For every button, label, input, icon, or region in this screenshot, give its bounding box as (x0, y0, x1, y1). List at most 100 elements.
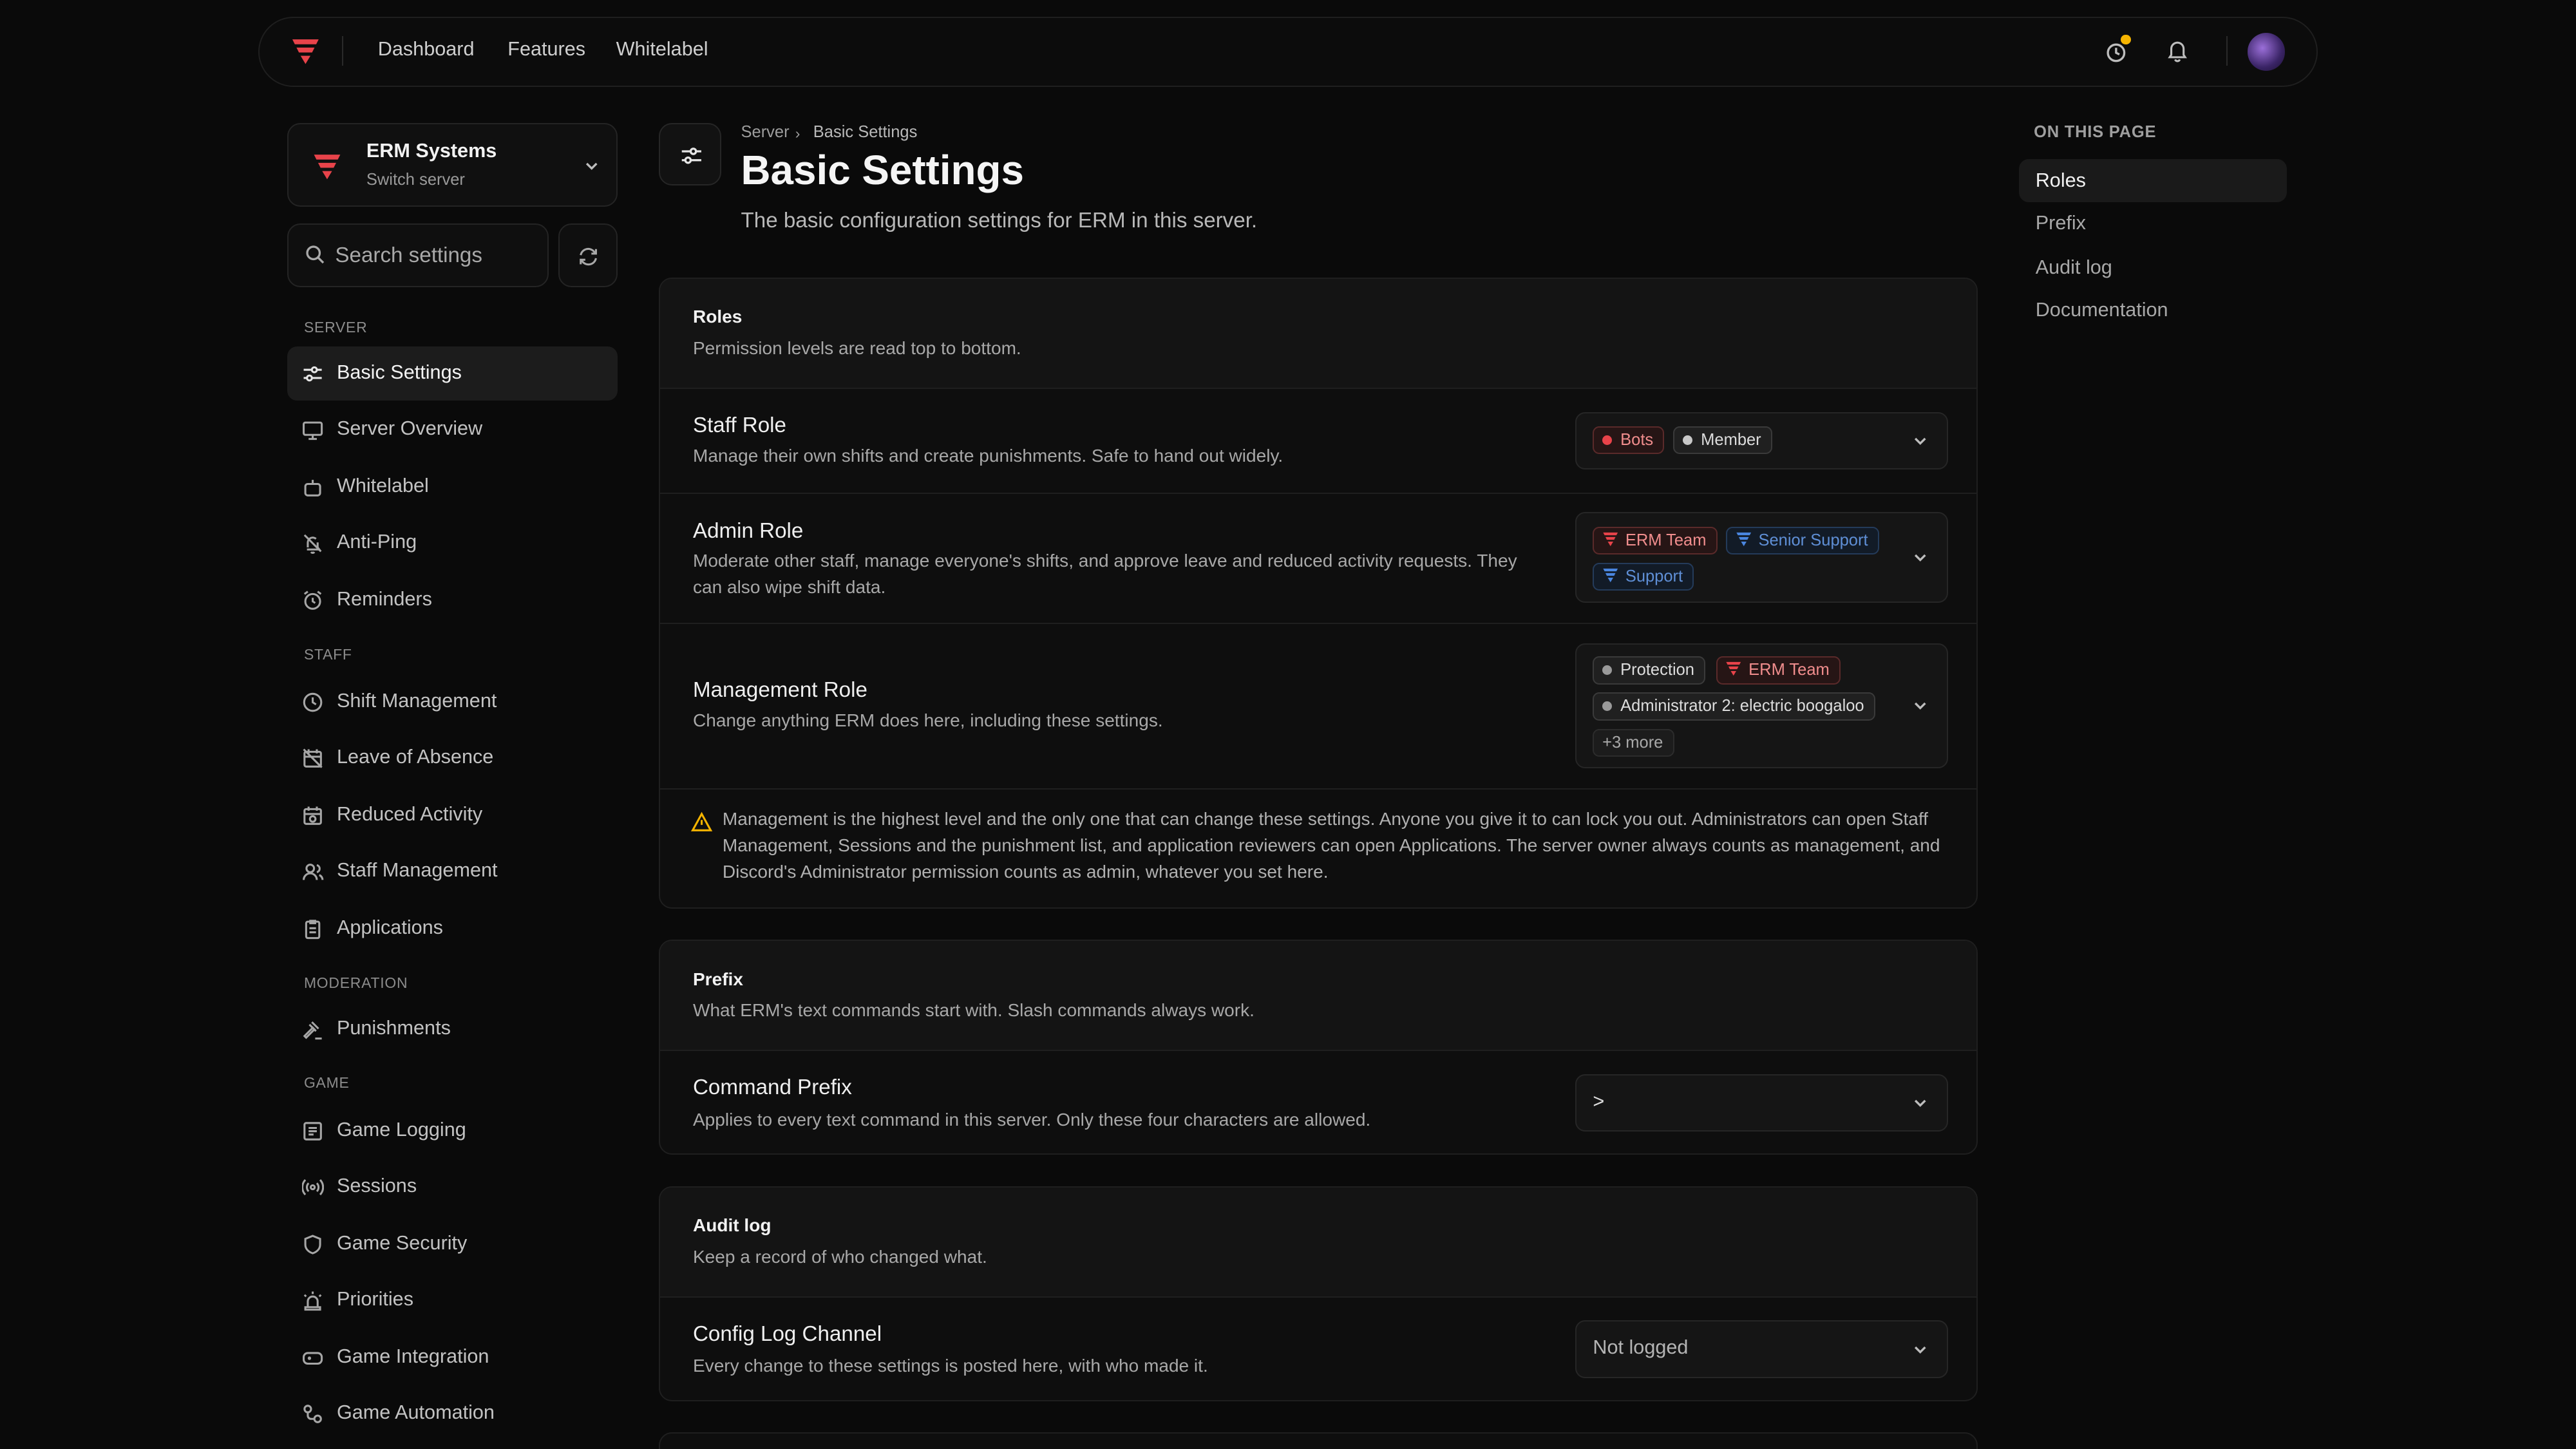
nav-link-whitelabel[interactable]: Whitelabel (616, 38, 708, 61)
role-chip[interactable]: Support (1593, 562, 1694, 591)
sidebar-item-server-overview[interactable]: Server Overview (287, 402, 618, 457)
chevron-down-icon (1915, 1100, 1926, 1108)
sidebar-item-label: Game Security (336, 1232, 468, 1255)
whats-new-icon[interactable] (2105, 34, 2131, 64)
sidebar-item-applications[interactable]: Applications (287, 902, 618, 956)
breadcrumb-server[interactable]: Server (741, 123, 790, 142)
page-subtitle: The basic configuration settings for ERM… (741, 208, 1258, 232)
setting-title: Command Prefix (692, 1075, 852, 1100)
section-label-moderation: MODERATION (303, 974, 408, 991)
alarm-clock-icon (304, 591, 322, 610)
setting-title: Admin Role (692, 518, 804, 543)
sidebar-item-label: Reduced Activity (336, 803, 483, 826)
card-title: Audit log (692, 1215, 772, 1236)
setting-description: Change anything ERM does here, including… (692, 710, 1163, 730)
sliders-icon (303, 366, 322, 382)
toc-item-prefix[interactable]: Prefix (2019, 202, 2287, 245)
card-description: Permission levels are read top to bottom… (692, 337, 1021, 358)
page-icon-badge (658, 123, 721, 186)
sidebar-item-reduced-activity[interactable]: Reduced Activity (287, 788, 618, 842)
sidebar-item-shift-management[interactable]: Shift Management (287, 675, 618, 729)
sidebar-item-whitelabel[interactable]: Whitelabel (287, 460, 618, 514)
toc-item-audit-log[interactable]: Audit log (2019, 247, 2287, 289)
siren-icon (304, 1291, 322, 1311)
more-roles-chip[interactable]: +3 more (1593, 728, 1674, 757)
workflow-icon (303, 1404, 323, 1423)
selected-value: Not logged (1593, 1336, 1689, 1359)
roles-card: Roles Permission levels are read top to … (658, 278, 1978, 909)
role-chip[interactable]: ERM Team (1716, 656, 1841, 685)
selected-value: > (1593, 1090, 1605, 1112)
search-icon (305, 245, 325, 265)
sidebar-item-priorities[interactable]: Priorities (287, 1273, 618, 1327)
setting-title: Config Log Channel (692, 1321, 882, 1346)
role-chip[interactable]: Protection (1593, 656, 1706, 685)
sidebar-item-label: Punishments (336, 1017, 451, 1039)
chevron-down-icon (1915, 438, 1926, 446)
breadcrumb-current: Basic Settings (813, 123, 918, 142)
sidebar-item-label: Game Integration (336, 1345, 489, 1368)
nav-link-features[interactable]: Features (507, 38, 585, 61)
role-chip[interactable]: Bots (1593, 426, 1665, 455)
staff-role-select[interactable]: Bots Member (1575, 412, 1948, 469)
roles-card-header: Roles Permission levels are read top to … (659, 279, 1977, 390)
sliders-icon (681, 147, 701, 164)
clock-icon (303, 692, 323, 712)
notification-dot (2121, 34, 2131, 44)
switch-server-label: Switch server (366, 171, 465, 189)
clipboard-icon (305, 920, 321, 940)
card-description: Keep a record of who changed what. (692, 1246, 987, 1267)
refresh-button[interactable] (558, 223, 618, 288)
warning-text: Management is the highest level and the … (722, 808, 1940, 882)
bell-off-icon (304, 534, 322, 554)
toc-item-documentation[interactable]: Documentation (2019, 289, 2287, 332)
sidebar-item-sessions[interactable]: Sessions (287, 1160, 618, 1214)
avatar[interactable] (2247, 33, 2286, 71)
page-title: Basic Settings (741, 147, 1024, 194)
sidebar-item-game-logging[interactable]: Game Logging (287, 1104, 618, 1158)
role-chip[interactable]: Member (1673, 426, 1772, 455)
sidebar-item-basic-settings[interactable]: Basic Settings (287, 346, 618, 401)
sidebar-item-reminders[interactable]: Reminders (287, 573, 618, 627)
sidebar-item-punishments[interactable]: Punishments (287, 1002, 618, 1056)
role-chip[interactable]: ERM Team (1593, 526, 1718, 555)
sidebar-item-staff-management[interactable]: Staff Management (287, 844, 618, 898)
sidebar-item-game-automation[interactable]: Game Automation (287, 1387, 618, 1441)
sidebar-item-leave-of-absence[interactable]: Leave of Absence (287, 731, 618, 785)
setting-description: Manage their own shifts and create punis… (692, 446, 1283, 466)
toc-heading: ON THIS PAGE (2034, 123, 2157, 142)
audit-card-header: Audit log Keep a record of who changed w… (659, 1187, 1977, 1298)
radio-icon (302, 1179, 324, 1195)
role-chip[interactable]: Senior Support (1726, 526, 1879, 555)
nav-link-dashboard[interactable]: Dashboard (378, 38, 475, 61)
sidebar-item-label: Whitelabel (336, 475, 429, 497)
nav-divider (2226, 36, 2228, 66)
sidebar-item-label: Game Automation (336, 1401, 495, 1423)
sidebar-item-anti-ping[interactable]: Anti-Ping (287, 516, 618, 570)
toc-item-label: Audit log (2035, 256, 2112, 278)
gavel-icon (303, 1021, 322, 1039)
config-log-channel-select[interactable]: Not logged (1575, 1320, 1948, 1378)
management-role-select[interactable]: Protection ERM Team Administrator 2: ele… (1575, 643, 1948, 769)
admin-role-select[interactable]: ERM Team Senior Support Support (1575, 512, 1948, 603)
role-chip[interactable]: Administrator 2: electric boogaloo (1593, 692, 1875, 721)
toc-item-label: Documentation (2035, 299, 2168, 321)
config-log-channel-row: Config Log Channel Every change to these… (660, 1298, 1976, 1400)
chevron-down-icon (1915, 702, 1926, 710)
toc-item-roles[interactable]: Roles (2019, 159, 2287, 202)
chevron-down-icon (1915, 1346, 1926, 1354)
card-title: Roles (692, 307, 743, 327)
sidebar-item-game-integration[interactable]: Game Integration (287, 1331, 618, 1385)
users-icon (303, 863, 324, 880)
command-prefix-select[interactable]: > (1575, 1074, 1948, 1132)
erm-logo[interactable] (292, 36, 319, 66)
server-name: ERM Systems (366, 139, 497, 162)
sidebar-item-game-security[interactable]: Game Security (287, 1217, 618, 1271)
next-card (658, 1432, 1978, 1449)
bell-icon[interactable] (2165, 38, 2190, 62)
toc-item-label: Roles (2035, 169, 2086, 191)
chevron-down-icon (1915, 554, 1926, 562)
warning-icon (691, 811, 713, 831)
command-prefix-row: Command Prefix Applies to every text com… (660, 1051, 1976, 1153)
sidebar-item-label: Staff Management (336, 859, 498, 882)
